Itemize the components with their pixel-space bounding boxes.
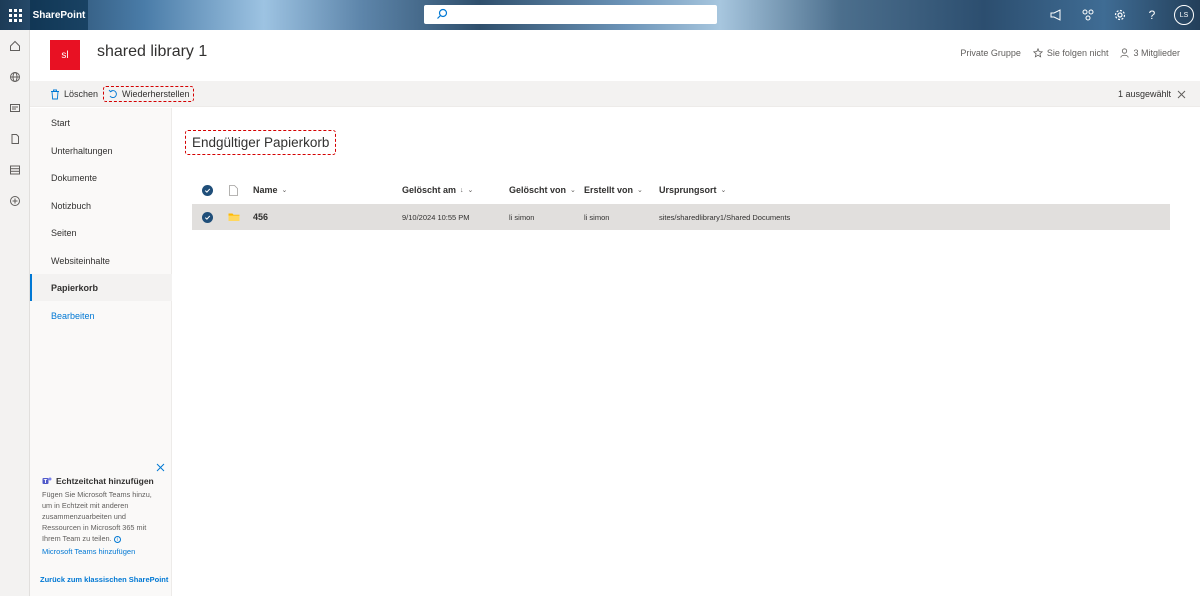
selection-count: 1 ausgewählt — [1117, 89, 1171, 99]
column-label-created-by: Erstellt von — [584, 185, 634, 195]
home-icon[interactable] — [0, 30, 30, 61]
person-icon — [1120, 48, 1130, 58]
follow-button[interactable]: Sie folgen nicht — [1032, 48, 1109, 58]
news-icon[interactable] — [0, 92, 30, 123]
close-icon[interactable] — [1177, 90, 1186, 99]
account-button[interactable]: LS — [1168, 0, 1200, 30]
document-icon[interactable] — [0, 123, 30, 154]
delete-button[interactable]: Löschen — [50, 86, 98, 102]
sort-arrow-icon: ↓ — [460, 186, 464, 194]
table-row[interactable]: 456 9/10/2024 10:55 PM li simon li simon… — [192, 204, 1170, 230]
app-launcher-button[interactable] — [0, 0, 30, 30]
column-label-origin: Ursprungsort — [659, 185, 717, 195]
members-button[interactable]: 3 Mitglieder — [1120, 48, 1180, 58]
check-circle-icon — [202, 211, 213, 223]
site-header: sl shared library 1 Private Gruppe Sie f… — [30, 30, 1200, 81]
trash-icon — [51, 89, 59, 99]
close-icon[interactable] — [156, 463, 165, 472]
restore-button[interactable]: Wiederherstellen — [103, 86, 194, 102]
row-deleted-on: 9/10/2024 10:55 PM — [402, 212, 470, 222]
undo-icon — [108, 89, 117, 98]
select-all-checkbox[interactable] — [202, 177, 213, 203]
sidebar-item-pages[interactable]: Seiten — [30, 219, 172, 246]
brand-link[interactable]: SharePoint — [30, 0, 88, 30]
sidebar-item-recycle-bin[interactable]: Papierkorb — [30, 274, 172, 301]
sidebar-item-documents[interactable]: Dokumente — [30, 164, 172, 191]
add-teams-link[interactable]: Microsoft Teams hinzufügen — [42, 547, 135, 556]
left-nav: Start Unterhaltungen Dokumente Notizbuch… — [30, 108, 172, 596]
app-rail — [0, 30, 30, 596]
column-header-created-by[interactable]: Erstellt von ⌄ — [584, 177, 643, 203]
site-title[interactable]: shared library 1 — [97, 43, 207, 61]
page-title: Endgültiger Papierkorb — [185, 130, 337, 155]
restore-label: Wiederherstellen — [122, 89, 190, 99]
suite-bar: SharePoint ? LS — [0, 0, 1200, 30]
promo-body: Fügen Sie Microsoft Teams hinzu, um in E… — [42, 489, 160, 544]
group-type-label: Private Gruppe — [960, 48, 1021, 58]
sidebar-item-conversations[interactable]: Unterhaltungen — [30, 137, 172, 164]
svg-text:T: T — [44, 479, 48, 485]
row-name[interactable]: 456 — [253, 204, 268, 230]
chevron-down-icon: ⌄ — [637, 187, 643, 194]
lists-icon[interactable] — [0, 154, 30, 185]
star-icon — [1032, 48, 1043, 58]
column-label-deleted-on: Gelöscht am — [402, 185, 457, 195]
chevron-down-icon: ⌄ — [570, 187, 576, 194]
column-label-name: Name — [253, 185, 278, 195]
chevron-down-icon: ⌄ — [281, 187, 288, 194]
row-checkbox[interactable] — [202, 204, 213, 230]
column-header-deleted-on[interactable]: Gelöscht am ↓ ⌄ — [402, 177, 473, 203]
command-bar: Löschen Wiederherstellen 1 ausgewählt — [30, 81, 1200, 107]
waffle-icon — [8, 8, 22, 22]
delete-label: Löschen — [64, 89, 99, 99]
row-created-by: li simon — [584, 212, 610, 222]
sidebar-item-start[interactable]: Start — [30, 109, 172, 136]
help-icon[interactable]: ? — [1136, 0, 1168, 30]
row-origin: sites/sharedlibrary1/Shared Documents — [659, 212, 791, 222]
sidebar-item-site-contents[interactable]: Websiteinhalte — [30, 247, 172, 274]
teams-icon: T — [42, 477, 52, 485]
share-network-icon[interactable] — [1072, 0, 1104, 30]
row-deleted-by: li simon — [509, 212, 535, 222]
check-circle-icon — [202, 184, 213, 196]
info-icon[interactable]: i — [113, 536, 121, 543]
sidebar-item-notebook[interactable]: Notizbuch — [30, 192, 172, 219]
column-header-deleted-by[interactable]: Gelöscht von ⌄ — [509, 177, 576, 203]
follow-label: Sie folgen nicht — [1046, 48, 1109, 58]
column-label-deleted-by: Gelöscht von — [509, 185, 567, 195]
globe-icon[interactable] — [0, 61, 30, 92]
search-icon — [437, 8, 448, 19]
classic-sharepoint-link[interactable]: Zurück zum klassischen SharePoint — [40, 575, 168, 584]
chevron-down-icon: ⌄ — [467, 187, 474, 194]
create-icon[interactable] — [0, 185, 30, 216]
file-type-icon — [229, 177, 238, 203]
sidebar-item-edit[interactable]: Bearbeiten — [30, 302, 172, 329]
site-logo[interactable]: sl — [50, 40, 80, 70]
table-header: Name ⌄ Gelöscht am ↓ ⌄ Gelöscht von ⌄ Er… — [192, 177, 1170, 203]
search-box[interactable] — [424, 5, 717, 24]
promo-title: Echtzeitchat hinzufügen — [56, 476, 154, 486]
avatar: LS — [1174, 5, 1194, 25]
megaphone-icon[interactable] — [1040, 0, 1072, 30]
promo-text: Fügen Sie Microsoft Teams hinzu, um in E… — [42, 490, 152, 543]
column-header-origin[interactable]: Ursprungsort ⌄ — [659, 177, 726, 203]
folder-icon — [228, 204, 240, 230]
gear-icon[interactable] — [1104, 0, 1136, 30]
chevron-down-icon: ⌄ — [720, 187, 727, 194]
column-header-name[interactable]: Name ⌄ — [253, 177, 287, 203]
members-label: 3 Mitglieder — [1133, 48, 1180, 58]
